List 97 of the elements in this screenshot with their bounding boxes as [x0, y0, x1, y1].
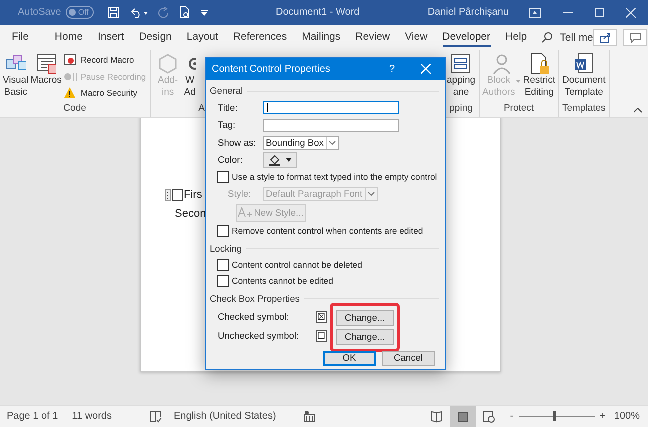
zoom-level[interactable]: 100%: [614, 411, 640, 422]
ribbon-tab[interactable]: Design: [139, 28, 172, 47]
ribbon-button[interactable]: Macros: [30, 53, 63, 103]
chevron-icon: [368, 192, 375, 196]
field-label: Tag:: [218, 120, 237, 130]
ribbon-tab[interactable]: Home: [54, 28, 83, 47]
ribbon-button[interactable]: Macro Security: [64, 87, 146, 99]
ribbon-tab[interactable]: Developer: [442, 28, 491, 47]
macro-list-icon: [36, 53, 56, 75]
maximize-icon[interactable]: [595, 8, 604, 17]
word-document-icon: [573, 53, 596, 75]
group-label: Code: [62, 103, 88, 116]
collapse-ribbon-icon[interactable]: [634, 108, 642, 113]
macro-recording-icon[interactable]: [304, 411, 316, 422]
dropdown[interactable]: Bounding Box: [263, 136, 339, 150]
cancel-button[interactable]: Cancel: [382, 350, 435, 366]
share-button[interactable]: [593, 29, 618, 46]
field-label: Unchecked symbol:: [218, 330, 300, 340]
checkbox[interactable]: Remove content control when contents are edited: [217, 224, 424, 236]
page-count[interactable]: Page 1 of 1: [7, 411, 58, 422]
field-label: Style:: [227, 188, 252, 199]
autosave-label: AutoSave: [18, 7, 62, 18]
group-label: Templates: [561, 103, 607, 116]
color-picker-button[interactable]: [263, 152, 297, 168]
checkbox[interactable]: Content control cannot be deleted: [217, 258, 362, 270]
user-name: Daniel Pârchișanu: [428, 7, 509, 18]
zoom-out-button[interactable]: -: [510, 411, 514, 422]
warning-icon: [64, 87, 78, 99]
help-button[interactable]: ?: [389, 64, 395, 74]
checkbox-control[interactable]: [172, 189, 183, 201]
ribbon-button[interactable]: W Ad: [183, 53, 198, 103]
language-indicator[interactable]: English (United States): [174, 411, 276, 422]
ribbon-tab[interactable]: Help: [506, 28, 528, 47]
search-icon[interactable]: [542, 32, 554, 43]
field-label: Title:: [218, 102, 239, 113]
group-label: Protect: [502, 103, 536, 116]
group-label: A: [198, 103, 205, 116]
document-text: Firs: [184, 189, 202, 201]
document-text: Secon: [175, 208, 206, 220]
paint-bucket-icon: [268, 154, 281, 166]
zoom-slider-thumb[interactable]: [553, 411, 556, 421]
share-icon: [600, 32, 611, 42]
ribbon-display-icon[interactable]: [529, 8, 541, 18]
comments-button[interactable]: [623, 29, 648, 46]
ribbon-tab[interactable]: File: [12, 28, 29, 47]
ribbon-tab[interactable]: Layout: [186, 28, 218, 47]
text-field[interactable]: [263, 101, 399, 114]
web-layout-icon: [483, 410, 496, 422]
ribbon-button[interactable]: Restrict Editing: [522, 53, 556, 103]
field-label: Checked symbol:: [218, 312, 290, 322]
close-icon[interactable]: [626, 8, 636, 18]
proofing-icon[interactable]: [150, 410, 162, 422]
view-button[interactable]: [450, 406, 476, 427]
pause-icon: [64, 70, 78, 82]
checkbox-symbol: ☐: [316, 330, 327, 342]
checkbox-symbol: ☒: [316, 310, 327, 322]
style-icon: [238, 207, 252, 218]
person-icon: [490, 53, 513, 75]
tell-me-field[interactable]: Tell me: [560, 32, 594, 44]
dialog-title: Content Control Properties: [212, 64, 332, 74]
read-mode-icon: [431, 410, 444, 422]
field-label: Show as:: [218, 138, 258, 148]
ribbon-tab[interactable]: Insert: [98, 28, 124, 47]
change-button[interactable]: Change...: [336, 328, 394, 344]
word-count[interactable]: 11 words: [72, 411, 112, 422]
ribbon-tab[interactable]: View: [405, 28, 428, 47]
customize-caret-icon[interactable]: [200, 10, 208, 16]
hexagon-icon: [157, 53, 180, 75]
ribbon-tab[interactable]: References: [233, 28, 288, 47]
section-heading: Check Box Properties: [210, 294, 300, 304]
ok-button[interactable]: OK: [323, 350, 376, 366]
group-label: pping: [448, 103, 474, 116]
undo-icon[interactable]: [130, 6, 148, 18]
ribbon-tab[interactable]: Review: [356, 28, 390, 47]
chevron-icon: [328, 140, 336, 145]
pane-icon: [450, 53, 472, 75]
field-label: Color:: [218, 155, 244, 166]
ribbon-button[interactable]: Document Template: [561, 53, 607, 103]
ribbon-button[interactable]: Record Macro: [64, 54, 146, 66]
print-layout-icon: [457, 410, 470, 422]
section-heading: General: [210, 86, 244, 96]
zoom-in-button[interactable]: +: [600, 411, 606, 422]
text-field[interactable]: [263, 118, 399, 132]
ribbon-tab[interactable]: Mailings: [302, 28, 341, 47]
touch-mode-icon[interactable]: [180, 6, 191, 19]
content-control-handle-icon[interactable]: [165, 189, 171, 201]
section-heading: Locking: [210, 244, 242, 254]
ribbon-button[interactable]: apping ane: [446, 53, 477, 103]
window-title: Document1 - Word: [274, 7, 361, 18]
checkbox[interactable]: Contents cannot be edited: [217, 274, 334, 286]
ribbon-button[interactable]: Visual Basic: [2, 53, 30, 103]
comment-icon: [630, 32, 641, 42]
record-icon: [64, 54, 78, 66]
change-button[interactable]: Change...: [336, 310, 394, 326]
checkbox[interactable]: Use a style to format text typed into the empty control: [217, 171, 438, 183]
caret-icon: [286, 158, 292, 162]
save-icon[interactable]: [108, 6, 120, 18]
